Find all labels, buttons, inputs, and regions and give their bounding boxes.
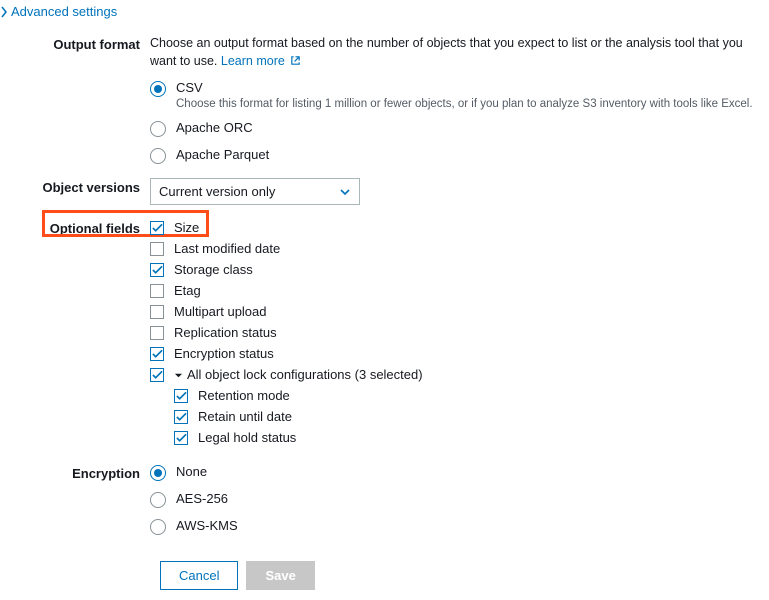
radio-apache-orc[interactable]: Apache ORC: [150, 120, 757, 137]
checkbox-label: Size: [174, 219, 199, 237]
checkbox-label: All object lock configurations (3 select…: [187, 366, 423, 384]
checkbox-label: Legal hold status: [198, 429, 296, 447]
advanced-settings-link[interactable]: Advanced settings: [0, 0, 117, 21]
checkbox-retention-mode[interactable]: Retention mode: [174, 387, 757, 405]
radio-icon: [150, 81, 166, 97]
radio-none[interactable]: None: [150, 464, 757, 481]
cancel-button[interactable]: Cancel: [160, 561, 238, 590]
checkbox-last-modified[interactable]: Last modified date: [150, 240, 757, 258]
checkbox-legal-hold[interactable]: Legal hold status: [174, 429, 757, 447]
checkbox-label: Retention mode: [198, 387, 290, 405]
radio-aes256[interactable]: AES-256: [150, 491, 757, 508]
object-versions-label: Object versions: [0, 178, 150, 195]
select-value: Current version only: [159, 184, 275, 199]
encryption-label: Encryption: [0, 464, 150, 481]
radio-csv[interactable]: CSV Choose this format for listing 1 mil…: [150, 80, 757, 110]
radio-label: Apache ORC: [176, 120, 253, 135]
checkbox-icon: [150, 347, 164, 361]
external-link-icon: [290, 55, 301, 66]
checkbox-storage-class[interactable]: Storage class: [150, 261, 757, 279]
radio-icon: [150, 465, 166, 481]
optional-fields-label: Optional fields: [0, 219, 150, 236]
radio-label: AES-256: [176, 491, 228, 506]
checkbox-replication-status[interactable]: Replication status: [150, 324, 757, 342]
object-versions-select[interactable]: Current version only: [150, 178, 360, 205]
checkbox-icon: [150, 242, 164, 256]
radio-label: CSV: [176, 80, 753, 95]
caret-right-icon: [0, 6, 8, 18]
checkbox-icon: [150, 305, 164, 319]
radio-icon: [150, 492, 166, 508]
checkbox-label: Encryption status: [174, 345, 274, 363]
radio-aws-kms[interactable]: AWS-KMS: [150, 518, 757, 535]
radio-label: None: [176, 464, 207, 479]
checkbox-icon: [174, 431, 188, 445]
checkbox-label: Etag: [174, 282, 201, 300]
radio-sublabel: Choose this format for listing 1 million…: [176, 98, 753, 110]
output-format-description: Choose an output format based on the num…: [150, 35, 757, 70]
save-button[interactable]: Save: [246, 561, 314, 590]
checkbox-label: Multipart upload: [174, 303, 267, 321]
checkbox-icon: [150, 221, 164, 235]
chevron-down-icon: [339, 188, 351, 196]
checkbox-retain-until[interactable]: Retain until date: [174, 408, 757, 426]
advanced-settings-text: Advanced settings: [11, 4, 117, 19]
checkbox-icon: [150, 326, 164, 340]
checkbox-label: Replication status: [174, 324, 277, 342]
checkbox-icon: [174, 389, 188, 403]
learn-more-link[interactable]: Learn more: [221, 54, 301, 68]
checkbox-multipart-upload[interactable]: Multipart upload: [150, 303, 757, 321]
checkbox-icon: [150, 284, 164, 298]
checkbox-etag[interactable]: Etag: [150, 282, 757, 300]
radio-icon: [150, 148, 166, 164]
radio-icon: [150, 519, 166, 535]
radio-icon: [150, 121, 166, 137]
checkbox-encryption-status[interactable]: Encryption status: [150, 345, 757, 363]
checkbox-size[interactable]: Size: [150, 219, 757, 237]
checkbox-label: Storage class: [174, 261, 253, 279]
caret-down-icon[interactable]: [174, 371, 183, 380]
checkbox-label: Retain until date: [198, 408, 292, 426]
checkbox-icon: [174, 410, 188, 424]
checkbox-label: Last modified date: [174, 240, 280, 258]
radio-label: Apache Parquet: [176, 147, 269, 162]
checkbox-icon: [150, 263, 164, 277]
checkbox-icon: [150, 368, 164, 382]
output-format-label: Output format: [0, 35, 150, 52]
radio-apache-parquet[interactable]: Apache Parquet: [150, 147, 757, 164]
radio-label: AWS-KMS: [176, 518, 238, 533]
checkbox-object-lock-group[interactable]: All object lock configurations (3 select…: [150, 366, 757, 384]
